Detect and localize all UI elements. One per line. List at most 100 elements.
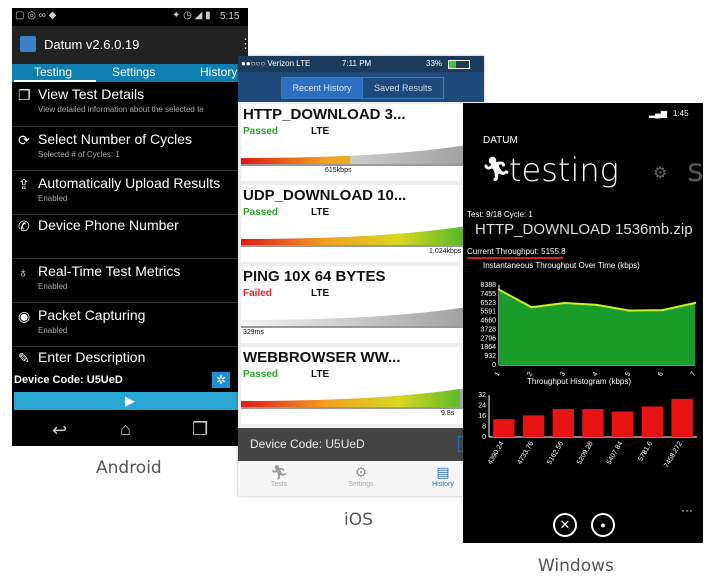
overflow-menu-icon[interactable]: ⋮ [239, 36, 248, 52]
data-point [661, 308, 664, 312]
back-icon[interactable]: ↩ [52, 420, 67, 441]
more-icon[interactable]: ··· [681, 503, 693, 517]
y-tick-label: 3728 [480, 326, 496, 333]
result-name: WEBBROWSER WW... [243, 349, 401, 366]
histogram-bar [522, 415, 545, 437]
y-tick-label: 4660 [480, 318, 496, 325]
android-nav-bar: ↩ ⌂ ❒ [12, 416, 248, 446]
gear-icon: ⚙ [653, 165, 668, 182]
tab-bar: Testing Settings History [12, 64, 248, 82]
x-tick-label: 1 [494, 371, 502, 378]
app-name: DATUM [483, 135, 518, 146]
menu-item-phone-number[interactable]: ✆ Device Phone Number [12, 217, 248, 257]
pivot-next[interactable]: se [687, 151, 703, 189]
menu-item-subtitle: Selected # of Cycles: 1 [38, 150, 120, 159]
y-tick-label: 2796 [480, 335, 496, 342]
record-button[interactable]: ● [591, 513, 615, 537]
play-icon: ▶ [125, 393, 135, 408]
divider [12, 126, 248, 127]
y-tick-label: 6523 [480, 300, 496, 307]
stop-button[interactable]: ✕ [553, 513, 577, 537]
tab-settings[interactable]: ⚙ Settings [320, 461, 402, 496]
data-point [563, 301, 566, 305]
divider [12, 170, 248, 171]
result-name: UDP_DOWNLOAD 10... [243, 187, 407, 204]
caption-windows: Windows [538, 556, 614, 576]
menu-item-enter-description[interactable]: ✎ Enter Description [12, 349, 248, 371]
edit-icon: ✎ [18, 350, 30, 366]
menu-item-title: Automatically Upload Results [38, 175, 221, 191]
result-status: Passed [243, 369, 279, 380]
record-icon: ● [600, 520, 606, 530]
area-series [499, 289, 695, 365]
recents-icon[interactable]: ❒ [192, 419, 208, 440]
device-code: Device Code: U5UeD [250, 437, 365, 451]
y-tick-label: 5591 [480, 309, 496, 316]
clock: 5:15 [220, 11, 240, 22]
menu-item-subtitle: View detailed information about the sele… [38, 105, 204, 114]
result-card[interactable]: HTTP_DOWNLOAD 3... Passed LTE 615kbps [241, 104, 467, 181]
menu-item-title: Packet Capturing [38, 307, 146, 323]
y-tick-label: 24 [478, 403, 486, 410]
x-tick-label: 5162.56 [546, 440, 565, 466]
menu-item-auto-upload[interactable]: ⇪ Automatically Upload Results Enabled [12, 173, 248, 213]
menu-item-select-cycles[interactable]: ⟳ Select Number of Cycles Selected # of … [12, 129, 248, 169]
phone-icon: ✆ [18, 218, 30, 234]
result-network: LTE [311, 369, 330, 380]
data-point [628, 309, 631, 312]
x-tick-label: 6 [657, 371, 665, 378]
home-icon[interactable]: ⌂ [120, 419, 131, 440]
carrier: ●●○○○ Verizon LTE [241, 59, 311, 68]
windows-screen: ▂▄▆ 1:45 DATUM 🏃︎ testing ⚙ se Test: 9/1… [463, 103, 703, 543]
test-info: Test: 9/18 Cycle: 1 [467, 210, 533, 219]
caption-ios: iOS [344, 510, 373, 530]
menu-item-realtime-metrics[interactable]: ♁ Real-Time Test Metrics Enabled [12, 261, 248, 301]
result-card[interactable]: UDP_DOWNLOAD 10... Passed LTE 1,024kbps [241, 185, 467, 262]
x-tick-label: 5407.84 [606, 440, 625, 466]
y-tick-label: 16 [478, 413, 486, 420]
histogram-bar [582, 409, 604, 437]
y-tick-label: 8388 [480, 282, 496, 289]
result-status: Passed [243, 126, 279, 137]
histogram-bar [493, 419, 515, 437]
x-tick-label: 4733.76 [517, 440, 536, 466]
menu-item-view-test-details[interactable]: ❐ View Test Details View detailed inform… [12, 84, 248, 124]
ios-time: 7:11 PM [342, 59, 372, 68]
segment-saved-results[interactable]: Saved Results [362, 77, 444, 99]
x-tick-label: 7458.272 [663, 440, 684, 469]
y-tick-label: 0 [492, 362, 496, 369]
tab-history[interactable]: History [200, 65, 237, 79]
x-tick-label: 7 [690, 371, 698, 378]
result-network: LTE [311, 288, 330, 299]
tab-tests[interactable]: 🏃︎ Tests [238, 461, 320, 496]
battery-icon [448, 60, 470, 69]
divider [12, 302, 248, 303]
segmented-control: Recent History Saved Results [238, 72, 484, 102]
menu-item-packet-capturing[interactable]: ◉ Packet Capturing Enabled [12, 305, 248, 345]
win-time: 1:45 [673, 109, 689, 118]
y-tick-label: 0 [482, 434, 486, 441]
chart2-title: Throughput Histogram (kbps) [527, 377, 632, 386]
ios-screen: ●●○○○ Verizon LTE 7:11 PM 33% Recent His… [238, 56, 484, 496]
chart1-title: Instantaneous Throughput Over Time (kbps… [483, 261, 640, 270]
divider [12, 214, 248, 215]
pivot-title[interactable]: testing [509, 151, 619, 189]
tab-settings[interactable]: Settings [112, 65, 155, 79]
start-test-button[interactable]: ▶ [14, 392, 246, 410]
tab-indicator [14, 80, 96, 82]
data-point [693, 301, 697, 305]
segment-recent-history[interactable]: Recent History [281, 77, 363, 99]
settings-gear-button[interactable]: ✲ [212, 372, 230, 388]
tab-testing[interactable]: Testing [34, 65, 72, 79]
menu-item-title: Select Number of Cycles [38, 131, 193, 147]
data-point [595, 303, 599, 307]
result-card[interactable]: PING 10X 64 BYTES Failed LTE 329ms [241, 266, 467, 343]
app-title: Datum v2.6.0.19 [44, 37, 140, 52]
result-card[interactable]: WEBBROWSER WW... Passed LTE 9.8s [241, 347, 467, 424]
result-network: LTE [311, 207, 330, 218]
menu-item-subtitle: Enabled [38, 326, 68, 335]
battery-percent: 33% [426, 59, 443, 68]
throughput-time-chart: 8388745565235591466037282796186493201 2 3 4… [480, 282, 698, 378]
histogram-bar [612, 411, 634, 437]
histogram-bar [641, 406, 664, 437]
